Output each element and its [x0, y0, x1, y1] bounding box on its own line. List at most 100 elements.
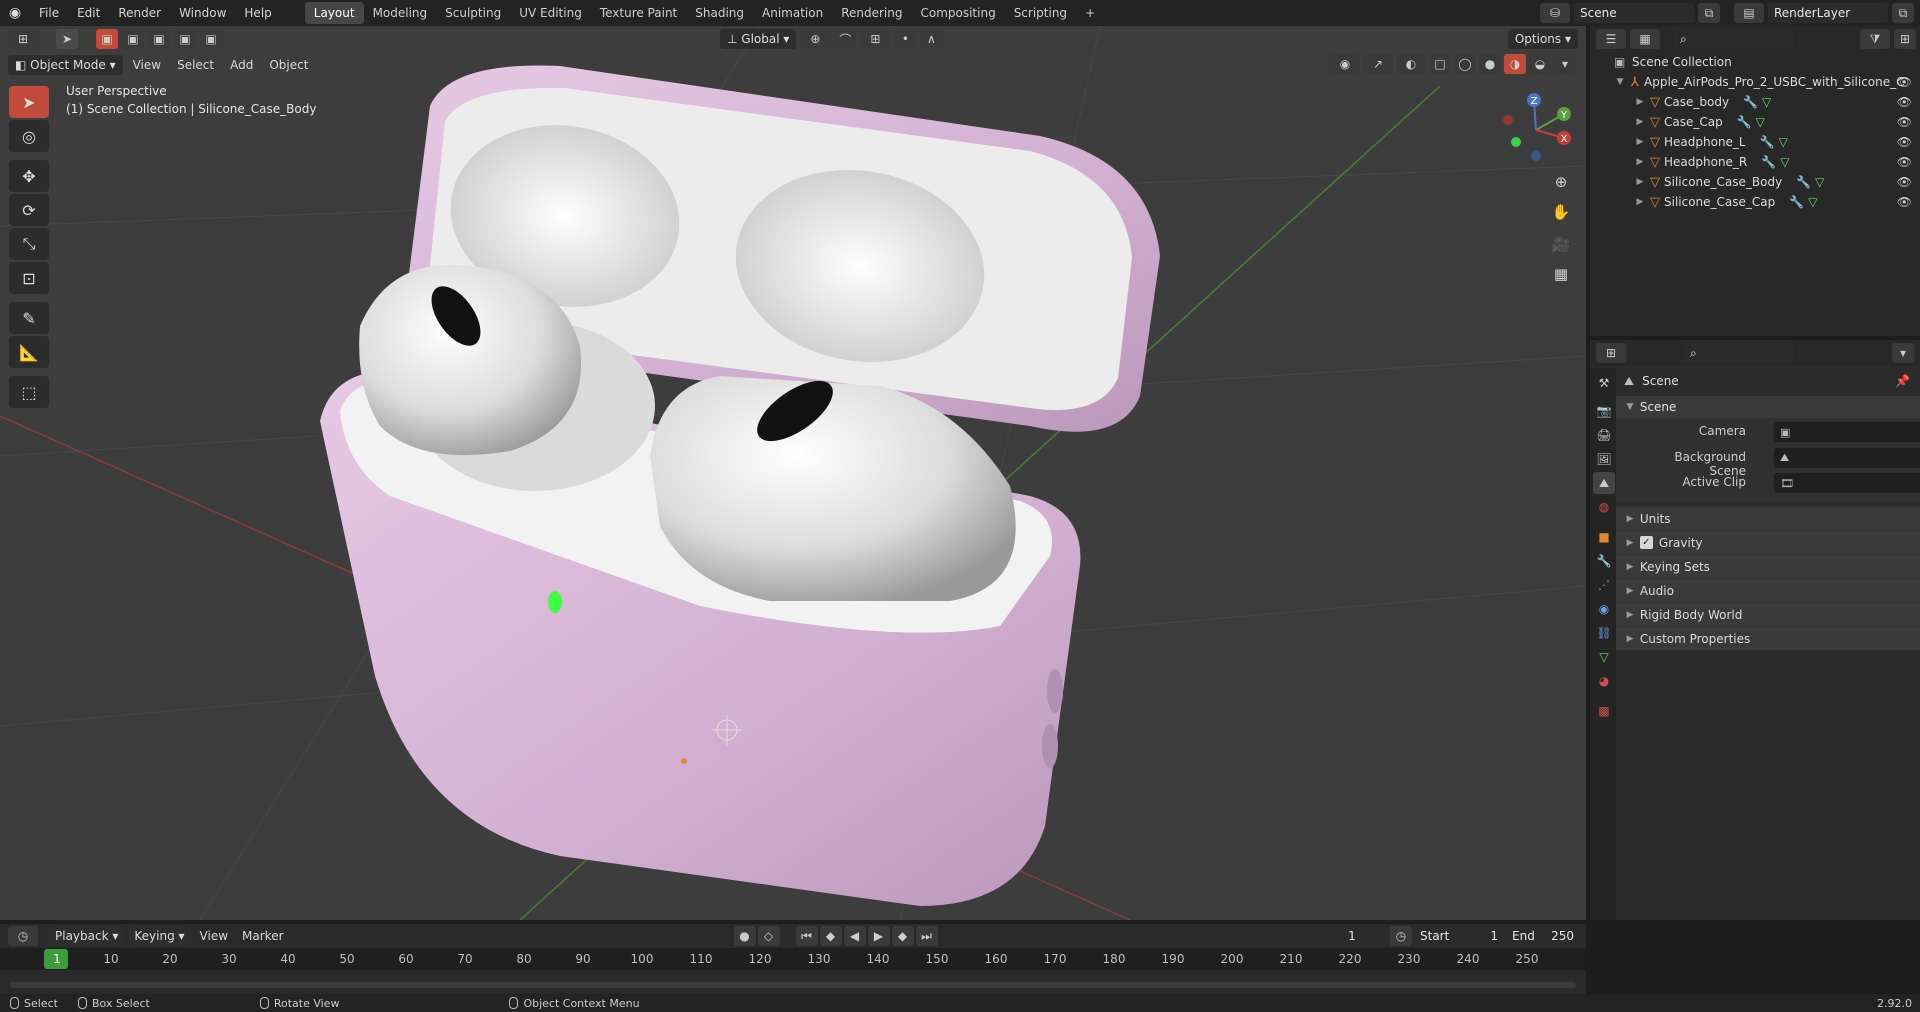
- output-tab-icon[interactable]: 🖨: [1593, 424, 1615, 446]
- outliner-item[interactable]: ▶ ▽ Case_Cap 🔧 ▽ 👁: [1590, 112, 1920, 132]
- scene-collection-row[interactable]: ▣ Scene Collection: [1590, 52, 1920, 72]
- menu-window[interactable]: Window: [170, 0, 235, 26]
- tab-layout[interactable]: Layout: [304, 2, 364, 24]
- collection-row[interactable]: ▼ ⅄ Apple_AirPods_Pro_2_USBC_with_Silico…: [1590, 72, 1920, 92]
- data-tab-icon[interactable]: ▽: [1593, 646, 1615, 668]
- menu-edit[interactable]: Edit: [68, 0, 109, 26]
- outliner-type-icon[interactable]: ☰: [1596, 29, 1626, 49]
- jump-start-icon[interactable]: ⏮: [795, 926, 818, 946]
- visibility-icon[interactable]: ◉: [1330, 54, 1360, 74]
- scene-selector-icon[interactable]: ⛁: [1540, 3, 1570, 23]
- tab-modeling[interactable]: Modeling: [364, 2, 437, 24]
- transform-tool[interactable]: ⊡: [9, 262, 49, 294]
- properties-search-input[interactable]: ⌕: [1684, 343, 1794, 363]
- physics-tab-icon[interactable]: ◉: [1593, 598, 1615, 620]
- rotate-tool[interactable]: ⟳: [9, 194, 49, 226]
- falloff-icon[interactable]: ∧: [920, 29, 943, 49]
- pin-icon[interactable]: 📌: [1895, 374, 1910, 388]
- expand-icon[interactable]: ▶: [1634, 157, 1646, 167]
- camera-view-icon[interactable]: 🎥: [1547, 230, 1575, 258]
- scene-field[interactable]: Scene: [1574, 3, 1694, 23]
- outliner-item[interactable]: ▶ ▽ Silicone_Case_Body 🔧 ▽ 👁: [1590, 172, 1920, 192]
- visibility-eye-icon[interactable]: 👁: [1897, 155, 1912, 169]
- render-tab-icon[interactable]: 📷: [1593, 400, 1615, 422]
- blender-logo-icon[interactable]: ◉: [0, 5, 30, 21]
- rendered-shading-icon[interactable]: ◒: [1529, 54, 1551, 74]
- display-mode-icon[interactable]: ▦: [1630, 29, 1660, 49]
- mode-dropdown[interactable]: ◧ Object Mode ▾: [8, 55, 123, 75]
- select-extend-icon[interactable]: ▣: [122, 29, 144, 49]
- overlay-toggle-icon[interactable]: ◐: [1396, 54, 1426, 74]
- camera-field[interactable]: ▣✎: [1774, 422, 1920, 442]
- outliner-item[interactable]: ▶ ▽ Case_body 🔧 ▽ 👁: [1590, 92, 1920, 112]
- outliner-item[interactable]: ▶ ▽ Headphone_R 🔧 ▽ 👁: [1590, 152, 1920, 172]
- proportional-edit-icon[interactable]: •: [894, 29, 917, 49]
- current-frame-field[interactable]: 1: [1312, 926, 1392, 946]
- select-box-tool[interactable]: ➤: [9, 86, 49, 118]
- background-scene-field[interactable]: ⛰: [1774, 448, 1920, 468]
- keying-menu[interactable]: Keying ▾: [127, 926, 192, 946]
- add-cube-tool[interactable]: ⬚: [9, 376, 49, 408]
- visibility-eye-icon[interactable]: 👁: [1897, 95, 1912, 109]
- properties-options-icon[interactable]: ▾: [1892, 343, 1914, 363]
- filter-icon[interactable]: ⧩: [1860, 29, 1890, 49]
- expand-icon[interactable]: ▶: [1634, 197, 1646, 207]
- add-workspace-button[interactable]: +: [1076, 2, 1104, 24]
- playback-menu[interactable]: Playback ▾: [48, 926, 126, 946]
- play-reverse-icon[interactable]: ◀: [843, 926, 866, 946]
- gizmo-toggle-icon[interactable]: ↗: [1363, 54, 1393, 74]
- custom-properties-panel[interactable]: ▶ Custom Properties: [1616, 626, 1920, 650]
- tab-animation[interactable]: Animation: [753, 2, 832, 24]
- tab-compositing[interactable]: Compositing: [911, 2, 1004, 24]
- pivot-icon[interactable]: ⊕: [800, 29, 831, 49]
- rigid-body-world-panel[interactable]: ▶ Rigid Body World: [1616, 602, 1920, 626]
- keyframe-type-icon[interactable]: ◇: [757, 926, 780, 946]
- particles-tab-icon[interactable]: ⋰: [1593, 574, 1615, 596]
- new-scene-icon[interactable]: ⧉: [1698, 3, 1720, 23]
- solid-shading-icon[interactable]: ●: [1479, 54, 1501, 74]
- tool-tab-icon[interactable]: ⚒: [1593, 372, 1615, 394]
- menu-select[interactable]: Select: [171, 58, 220, 72]
- expand-icon[interactable]: ▶: [1634, 177, 1646, 187]
- visibility-eye-icon[interactable]: 👁: [1897, 175, 1912, 189]
- outliner-search-input[interactable]: ⌕: [1674, 29, 1794, 49]
- auto-keying-icon[interactable]: ●: [733, 926, 756, 946]
- snap-icon[interactable]: ⌒: [834, 29, 857, 49]
- visibility-eye-icon[interactable]: 👁: [1897, 75, 1912, 89]
- material-tab-icon[interactable]: ◕: [1593, 670, 1615, 692]
- tab-texture-paint[interactable]: Texture Paint: [591, 2, 686, 24]
- scale-tool[interactable]: ⤡: [9, 228, 49, 260]
- play-icon[interactable]: ▶: [867, 926, 890, 946]
- tab-scripting[interactable]: Scripting: [1005, 2, 1076, 24]
- gravity-checkbox[interactable]: ✓: [1639, 536, 1653, 549]
- keying-sets-panel[interactable]: ▶ Keying Sets: [1616, 554, 1920, 578]
- select-subtract-icon[interactable]: ▣: [148, 29, 170, 49]
- tab-uv-editing[interactable]: UV Editing: [510, 2, 591, 24]
- 3d-viewport[interactable]: ⊞ ➤ ▣ ▣ ▣ ▣ ▣ ⊥ Global ▾ ⊕ ⌒ ⊞ • ∧ Optio…: [0, 26, 1586, 920]
- navigation-gizmo[interactable]: Z Y X: [1498, 90, 1578, 170]
- start-frame-field[interactable]: Start 1: [1414, 926, 1504, 946]
- next-keyframe-icon[interactable]: ◆: [891, 926, 914, 946]
- editor-type-icon[interactable]: ⊞: [8, 29, 38, 49]
- annotate-tool[interactable]: ✎: [9, 302, 49, 334]
- cursor-tool[interactable]: ◎: [9, 120, 49, 152]
- measure-tool[interactable]: 📐: [9, 336, 49, 368]
- select-intersect-icon[interactable]: ▣: [200, 29, 222, 49]
- visibility-eye-icon[interactable]: 👁: [1897, 115, 1912, 129]
- expand-icon[interactable]: ▼: [1614, 77, 1626, 87]
- scene-tab-icon[interactable]: ⛰: [1593, 472, 1615, 494]
- gravity-panel[interactable]: ▶ ✓ Gravity: [1616, 530, 1920, 554]
- shading-options-icon[interactable]: ▾: [1554, 54, 1576, 74]
- timeline-type-icon[interactable]: ◷: [8, 926, 38, 946]
- tab-rendering[interactable]: Rendering: [832, 2, 911, 24]
- timeline-view-menu[interactable]: View: [194, 929, 234, 943]
- select-new-icon[interactable]: ▣: [96, 29, 118, 49]
- pan-hand-icon[interactable]: ✋: [1547, 198, 1575, 226]
- menu-object[interactable]: Object: [263, 58, 314, 72]
- menu-view[interactable]: View: [127, 58, 167, 72]
- zoom-icon[interactable]: ⊕: [1547, 168, 1575, 196]
- render-layer-field[interactable]: RenderLayer: [1768, 3, 1888, 23]
- tab-shading[interactable]: Shading: [686, 2, 753, 24]
- view-layer-icon[interactable]: ▤: [1734, 3, 1764, 23]
- wireframe-shading-icon[interactable]: ◯: [1454, 54, 1476, 74]
